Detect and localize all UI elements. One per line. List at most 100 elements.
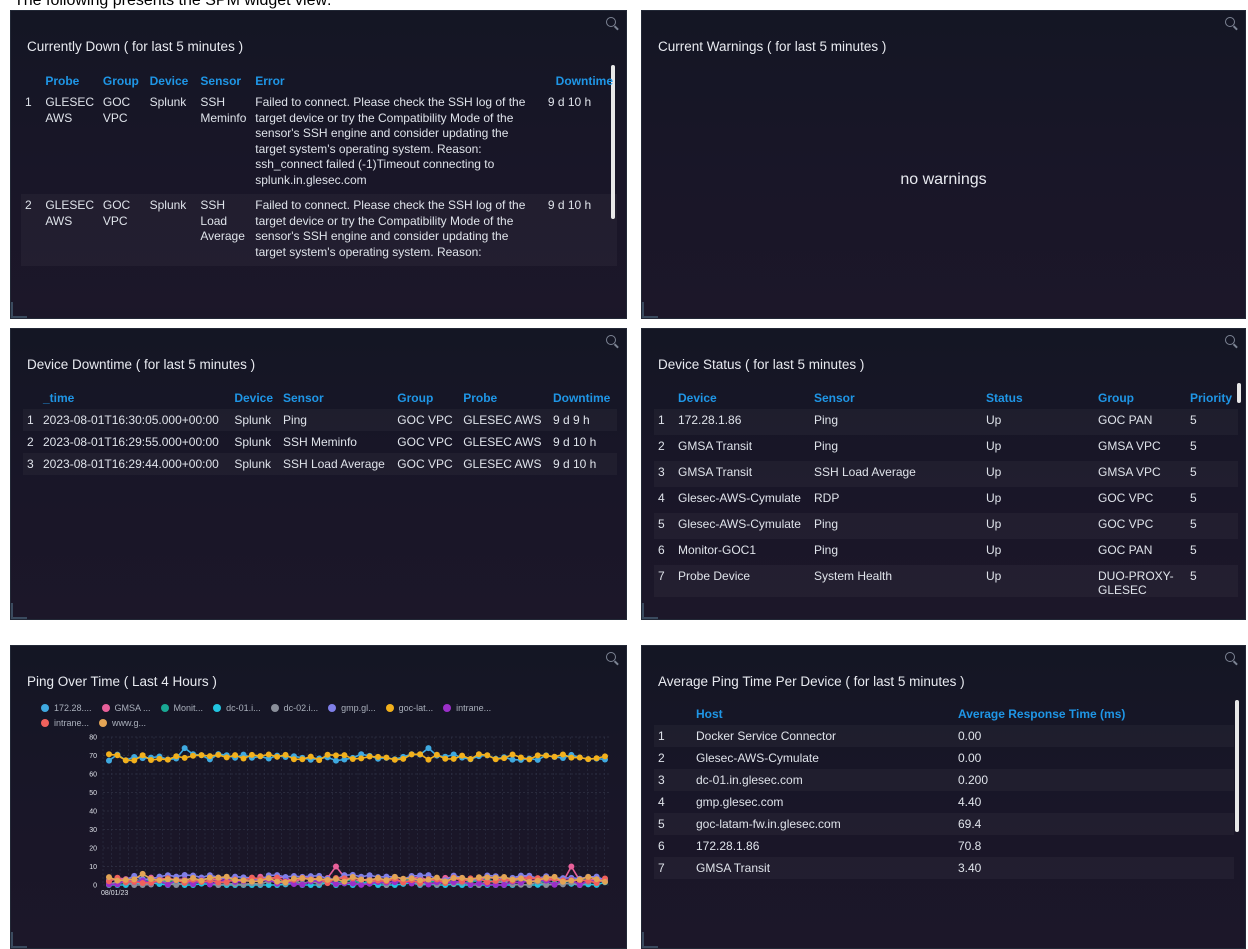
col-probe[interactable]: Probe xyxy=(459,387,549,409)
col-sensor[interactable]: Sensor xyxy=(279,387,393,409)
data-point xyxy=(358,755,365,762)
col-downtime[interactable]: Downtime xyxy=(549,387,617,409)
legend-item[interactable]: www.g... xyxy=(99,716,146,731)
data-point xyxy=(274,753,281,760)
zoom-icon[interactable] xyxy=(606,652,616,662)
table-row[interactable]: 2 Glesec-AWS-Cymulate 0.00 xyxy=(654,747,1234,769)
col-host[interactable]: Host xyxy=(692,703,954,725)
col-group[interactable]: Group xyxy=(1094,387,1186,409)
corner-bracket xyxy=(11,302,27,318)
legend-item[interactable]: goc-lat... xyxy=(385,701,433,716)
y-tick-label: 20 xyxy=(89,846,97,853)
col-avg-response[interactable]: Average Response Time (ms) xyxy=(954,703,1234,725)
col-status[interactable]: Status xyxy=(982,387,1094,409)
col-probe[interactable]: Probe xyxy=(41,71,99,91)
data-point xyxy=(156,755,163,762)
data-point xyxy=(248,751,255,758)
zoom-icon[interactable] xyxy=(606,335,616,345)
downtime-table: _time Device Sensor Group Probe Downtime… xyxy=(23,387,617,475)
data-point xyxy=(526,878,533,885)
table-row[interactable]: 6 Monitor-GOC1 Ping Up GOC PAN 5 xyxy=(654,539,1238,565)
table-row[interactable]: 1 172.28.1.86 Ping Up GOC PAN 5 xyxy=(654,409,1238,435)
data-point xyxy=(408,751,415,758)
col-time[interactable]: _time xyxy=(39,387,230,409)
legend-item[interactable]: gmp.gl... xyxy=(328,701,376,716)
col-priority[interactable]: Priority xyxy=(1186,387,1238,409)
data-point xyxy=(307,753,314,760)
zoom-icon[interactable] xyxy=(606,17,616,27)
table-row[interactable]: 2 GLESEC AWS GOC VPC Splunk SSH Load Ave… xyxy=(21,194,617,266)
data-point xyxy=(240,755,247,762)
cell-probe: GLESEC AWS xyxy=(463,413,542,427)
cell-status: Up xyxy=(986,439,1002,453)
col-group[interactable]: Group xyxy=(99,71,146,91)
legend-item[interactable]: intrane... xyxy=(41,716,89,731)
ping-over-time-panel: Ping Over Time ( Last 4 Hours ) 172.28..… xyxy=(10,645,627,949)
row-number: 2 xyxy=(27,435,34,449)
data-point xyxy=(248,878,255,885)
cell-sensor: SSH Meminfo xyxy=(282,435,357,449)
table-row[interactable]: 1 Docker Service Connector 0.00 xyxy=(654,725,1234,747)
legend-item[interactable]: dc-01.i... xyxy=(213,701,261,716)
row-number: 2 xyxy=(658,751,665,765)
zoom-icon[interactable] xyxy=(1225,652,1235,662)
col-device[interactable]: Device xyxy=(674,387,810,409)
legend-item[interactable]: intrane... xyxy=(443,701,491,716)
col-device[interactable]: Device xyxy=(230,387,279,409)
legend-item[interactable]: GMSA ... xyxy=(101,701,151,716)
table-row[interactable]: 3 2023-08-01T16:29:44.000+00:00 Splunk S… xyxy=(23,453,617,475)
data-point xyxy=(391,756,398,763)
table-row[interactable]: 7 Probe Device System Health Up DUO-PROXY-GL… xyxy=(654,565,1238,597)
data-point xyxy=(366,877,373,884)
panel-title: Current Warnings ( for last 5 minutes ) xyxy=(658,39,887,54)
table-row[interactable]: 2 GMSA Transit Ping Up GMSA VPC 5 xyxy=(654,435,1238,461)
data-point xyxy=(568,877,575,884)
data-point xyxy=(265,751,272,758)
table-row[interactable]: 4 gmp.glesec.com 4.40 xyxy=(654,791,1234,813)
data-point xyxy=(131,876,138,883)
data-point xyxy=(509,751,516,758)
legend-label: intrane... xyxy=(54,718,90,728)
data-point xyxy=(332,863,339,870)
table-row[interactable]: 1 2023-08-01T16:30:05.000+00:00 Splunk P… xyxy=(23,409,617,431)
table-row[interactable]: 1 GLESEC AWS GOC VPC Splunk SSH Meminfo … xyxy=(21,91,617,194)
data-point xyxy=(492,756,499,763)
cell-time: 2023-08-01T16:29:55.000+00:00 xyxy=(43,435,219,449)
table-row[interactable]: 2 2023-08-01T16:29:55.000+00:00 Splunk S… xyxy=(23,431,617,453)
table-row[interactable]: 5 Glesec-AWS-Cymulate Ping Up GOC VPC 5 xyxy=(654,513,1238,539)
table-row[interactable]: 3 GMSA Transit SSH Load Average Up GMSA VPC 5 xyxy=(654,461,1238,487)
data-point xyxy=(358,881,365,888)
data-point xyxy=(551,881,558,888)
table-row[interactable]: 5 goc-latam-fw.in.glesec.com 69.4 xyxy=(654,813,1234,835)
chart-legend: 172.28.... GMSA ... Monit... dc-01.i... dc-0… xyxy=(41,701,601,731)
data-point xyxy=(240,877,247,884)
data-point xyxy=(442,878,449,885)
zoom-icon[interactable] xyxy=(1225,335,1235,345)
table-row[interactable]: 4 Glesec-AWS-Cymulate RDP Up GOC VPC 5 xyxy=(654,487,1238,513)
table-row[interactable]: 7 GMSA Transit 3.40 xyxy=(654,857,1234,879)
cell-downtime: 9 d 10 h xyxy=(547,95,592,109)
data-point xyxy=(341,878,348,885)
col-downtime[interactable]: Downtime xyxy=(544,71,617,91)
cell-sensor: SSH Load Average xyxy=(814,465,916,479)
legend-dot-icon xyxy=(385,704,394,712)
legend-label: intrane... xyxy=(456,703,492,713)
cell-status: Up xyxy=(986,569,1002,583)
table-row[interactable]: 3 dc-01.in.glesec.com 0.200 xyxy=(654,769,1234,791)
cell-status: Up xyxy=(986,465,1002,479)
col-device[interactable]: Device xyxy=(146,71,197,91)
scrollbar[interactable] xyxy=(1235,700,1239,832)
legend-item[interactable]: Monit... xyxy=(160,701,203,716)
col-sensor[interactable]: Sensor xyxy=(196,71,251,91)
cell-time: 2023-08-01T16:29:44.000+00:00 xyxy=(43,457,219,471)
data-point xyxy=(534,877,541,884)
table-row[interactable]: 6 172.28.1.86 70.8 xyxy=(654,835,1234,857)
legend-item[interactable]: 172.28.... xyxy=(41,701,92,716)
zoom-icon[interactable] xyxy=(1225,17,1235,27)
legend-item[interactable]: dc-02.i... xyxy=(270,701,318,716)
col-sensor[interactable]: Sensor xyxy=(810,387,982,409)
col-error[interactable]: Error xyxy=(251,71,544,91)
cell-device: Monitor-GOC1 xyxy=(678,543,757,557)
col-group[interactable]: Group xyxy=(393,387,459,409)
row-number: 3 xyxy=(658,773,665,787)
